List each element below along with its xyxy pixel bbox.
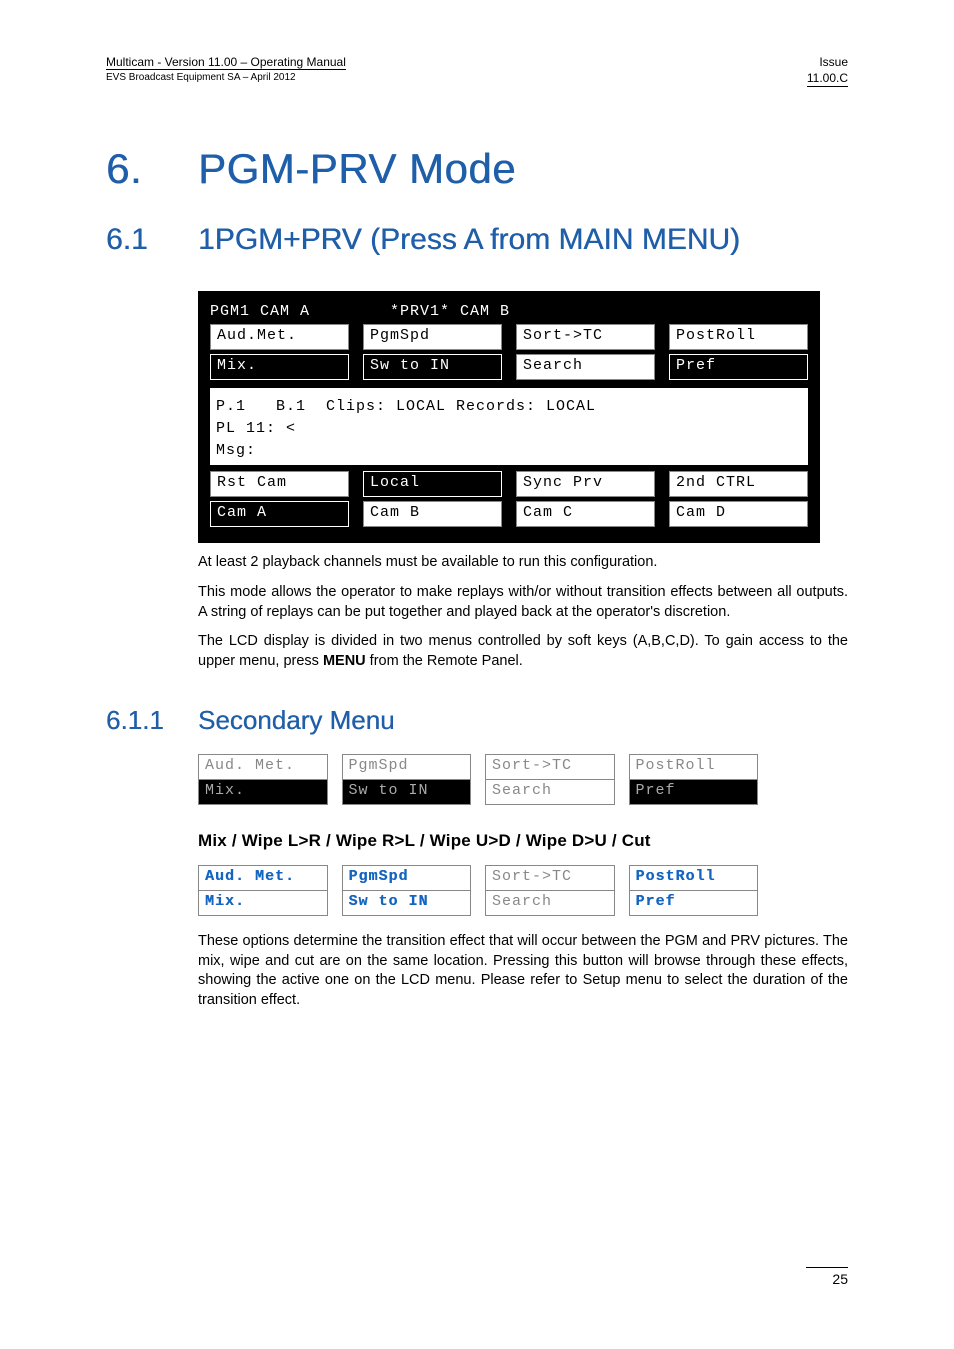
mini1-sw-to-in[interactable]: Sw to IN [342, 780, 472, 805]
mini1-sort-tc[interactable]: Sort->TC [485, 754, 615, 780]
chapter-title: 6.PGM-PRV Mode [106, 145, 848, 193]
mini2-sw-to-in[interactable]: Sw to IN [342, 891, 472, 916]
header-left-subtitle: EVS Broadcast Equipment SA – April 2012 [106, 71, 346, 84]
mini2-search[interactable]: Search [485, 891, 615, 916]
mini2-aud-met[interactable]: Aud. Met. [198, 865, 328, 891]
lcd-softkey-row-2: Mix. Sw to IN Search Pref [210, 354, 808, 380]
lcd-status-block: P.1 B.1 Clips: LOCAL Records: LOCAL PL 1… [210, 388, 808, 465]
mini1-pgmspd[interactable]: PgmSpd [342, 754, 472, 780]
softkey-sort-tc[interactable]: Sort->TC [516, 324, 655, 350]
softkey-rst-cam[interactable]: Rst Cam [210, 471, 349, 497]
mini1-pref[interactable]: Pref [629, 780, 759, 805]
paragraph-3-bold: MENU [323, 653, 366, 669]
footer-line [806, 1267, 848, 1268]
softkey-pref[interactable]: Pref [669, 354, 808, 380]
paragraph-3a: The LCD display is divided in two menus … [198, 633, 848, 669]
transition-paragraph: These options determine the transition e… [198, 932, 848, 1010]
section-text: 1PGM+PRV (Press A from MAIN MENU) [198, 223, 740, 256]
softkey-mix[interactable]: Mix. [210, 354, 349, 380]
mini-panel-secondary: Aud. Met. Mix. PgmSpd Sw to IN Sort->TC … [198, 754, 758, 805]
subsection-title: 6.1.1Secondary Menu [106, 705, 848, 736]
mini2-pref[interactable]: Pref [629, 891, 759, 916]
header-right-issue: Issue [807, 55, 848, 71]
mini2-pgmspd[interactable]: PgmSpd [342, 865, 472, 891]
softkey-sw-to-in[interactable]: Sw to IN [363, 354, 502, 380]
transition-options-heading: Mix / Wipe L>R / Wipe R>L / Wipe U>D / W… [198, 831, 848, 851]
page-header: Multicam - Version 11.00 – Operating Man… [106, 55, 848, 87]
mini2-mix[interactable]: Mix. [198, 891, 328, 916]
softkey-2nd-ctrl[interactable]: 2nd CTRL [669, 471, 808, 497]
softkey-local[interactable]: Local [363, 471, 502, 497]
lcd-main-panel: PGM1 CAM A *PRV1* CAM B Aud.Met. PgmSpd … [198, 291, 820, 543]
header-right-version: 11.00.C [807, 71, 848, 88]
lcd-softkey-row-4: Cam A Cam B Cam C Cam D [210, 501, 808, 527]
paragraph-3: The LCD display is divided in two menus … [198, 632, 848, 671]
lcd-softkey-row-3: Rst Cam Local Sync Prv 2nd CTRL [210, 471, 808, 497]
mini1-aud-met[interactable]: Aud. Met. [198, 754, 328, 780]
mini1-postroll[interactable]: PostRoll [629, 754, 759, 780]
mini-panel-transition: Aud. Met. Mix. PgmSpd Sw to IN Sort->TC … [198, 865, 758, 916]
softkey-search[interactable]: Search [516, 354, 655, 380]
header-left-title: Multicam - Version 11.00 – Operating Man… [106, 55, 346, 70]
paragraph-3b: from the Remote Panel. [366, 653, 523, 669]
chapter-text: PGM-PRV Mode [198, 145, 516, 192]
page-footer: 25 [806, 1267, 848, 1287]
softkey-cam-c[interactable]: Cam C [516, 501, 655, 527]
lcd-softkey-row-1: Aud.Met. PgmSpd Sort->TC PostRoll [210, 324, 808, 350]
subsection-number: 6.1.1 [106, 705, 198, 736]
lcd-top-line: PGM1 CAM A *PRV1* CAM B [210, 303, 808, 320]
softkey-pgmspd[interactable]: PgmSpd [363, 324, 502, 350]
page-number: 25 [832, 1271, 848, 1287]
softkey-cam-d[interactable]: Cam D [669, 501, 808, 527]
paragraph-2: This mode allows the operator to make re… [198, 583, 848, 622]
chapter-number: 6. [106, 145, 198, 193]
paragraph-1: At least 2 playback channels must be ava… [198, 553, 848, 573]
softkey-cam-b[interactable]: Cam B [363, 501, 502, 527]
subsection-text: Secondary Menu [198, 705, 395, 735]
softkey-aud-met[interactable]: Aud.Met. [210, 324, 349, 350]
softkey-sync-prv[interactable]: Sync Prv [516, 471, 655, 497]
mini2-postroll[interactable]: PostRoll [629, 865, 759, 891]
mini1-mix[interactable]: Mix. [198, 780, 328, 805]
mini1-search[interactable]: Search [485, 780, 615, 805]
section-title: 6.11PGM+PRV (Press A from MAIN MENU) [106, 223, 848, 257]
mini2-sort-tc[interactable]: Sort->TC [485, 865, 615, 891]
section-number: 6.1 [106, 223, 198, 257]
softkey-postroll[interactable]: PostRoll [669, 324, 808, 350]
softkey-cam-a[interactable]: Cam A [210, 501, 349, 527]
